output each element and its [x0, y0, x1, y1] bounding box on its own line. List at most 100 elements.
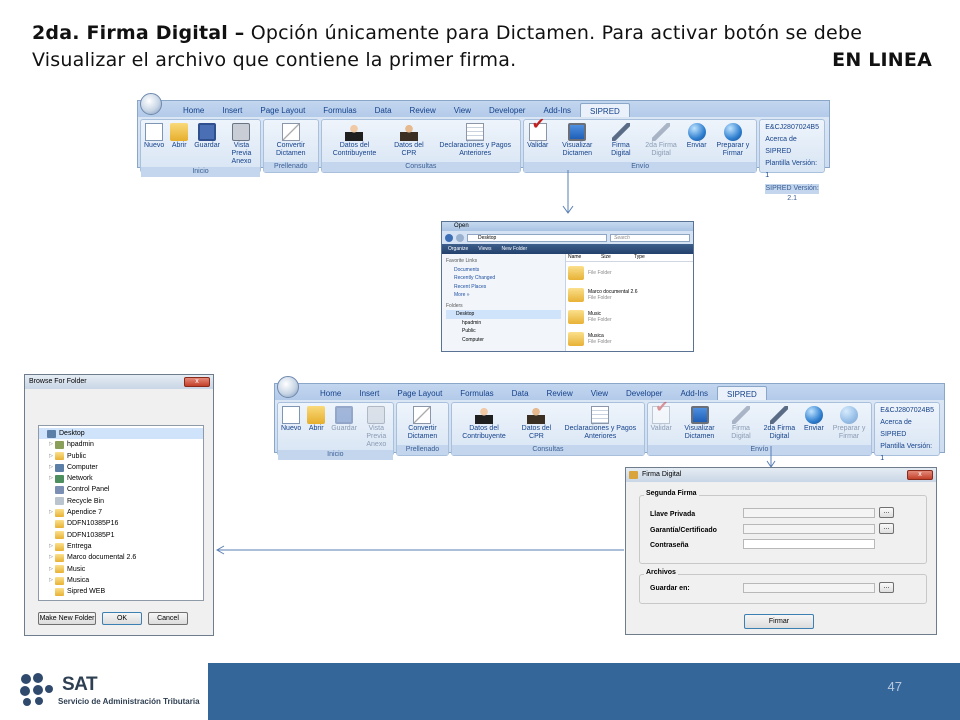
tab-data[interactable]: Data	[503, 386, 538, 400]
folder-tree-item[interactable]: ▷ Musica	[39, 575, 203, 586]
file-item[interactable]: Musica File Folder	[566, 328, 693, 350]
folder-public[interactable]: Public	[446, 327, 561, 336]
abrir-button[interactable]: Abrir	[167, 120, 191, 167]
make-new-folder-button[interactable]: Make New Folder	[38, 612, 96, 625]
folder-computer[interactable]: Computer	[446, 336, 561, 345]
favorite-more[interactable]: More »	[446, 291, 561, 300]
folder-tree-item[interactable]: ▷ Entrega	[39, 541, 203, 552]
llave-privada-browse-button[interactable]: ...	[879, 507, 894, 518]
datos-del-contribuyente-button[interactable]: Datos del Contribuyente	[322, 120, 388, 162]
favorite-recent-places[interactable]: Recent Places	[446, 283, 561, 292]
organize-button[interactable]: Organize	[448, 244, 468, 254]
folder-tree-item[interactable]: DDFN10385P16	[39, 518, 203, 529]
folder-tree-item[interactable]: ▷ Network	[39, 473, 203, 484]
expand-arrow-icon[interactable]: ▷	[47, 439, 55, 450]
2da-firma-digital-button[interactable]: 2da Firma Digital	[638, 120, 683, 162]
back-icon[interactable]	[445, 233, 453, 242]
folder-tree-item[interactable]: Sipred WEB	[39, 586, 203, 597]
tab-home[interactable]: Home	[174, 103, 213, 117]
guardar-en-field[interactable]	[743, 583, 875, 593]
tab-sipred[interactable]: SIPRED	[717, 386, 767, 400]
datos-del-cpr-button[interactable]: Datos del CPR	[516, 403, 557, 445]
column-size[interactable]: Size	[599, 254, 632, 261]
convertir-dictamen-button[interactable]: Convertir Dictamen	[264, 120, 318, 162]
expand-arrow-icon[interactable]: ▷	[47, 451, 55, 462]
folder-tree-item[interactable]: ▷ Marco documental 2.6	[39, 552, 203, 563]
vista-previa-anexo-button[interactable]: Vista Previa Anexo	[223, 120, 260, 167]
file-item[interactable]: File Folder	[566, 262, 693, 284]
expand-arrow-icon[interactable]: ▷	[47, 462, 55, 473]
tab-insert[interactable]: Insert	[213, 103, 251, 117]
office-button[interactable]	[140, 93, 162, 115]
tab-developer[interactable]: Developer	[617, 386, 671, 400]
tab-home[interactable]: Home	[311, 386, 350, 400]
file-item[interactable]: Music File Folder	[566, 306, 693, 328]
convertir-dictamen-button[interactable]: Convertir Dictamen	[397, 403, 449, 445]
tab-add-ins[interactable]: Add-Ins	[671, 386, 717, 400]
expand-arrow-icon[interactable]: ▷	[47, 564, 55, 575]
expand-arrow-icon[interactable]: ▷	[47, 473, 55, 484]
validar-button[interactable]: Validar	[524, 120, 551, 162]
views-button[interactable]: Views	[478, 244, 491, 254]
folder-tree-item[interactable]: ▷ Apendice 7	[39, 507, 203, 518]
guardar-button[interactable]: Guardar	[328, 403, 360, 450]
abrir-button[interactable]: Abrir	[304, 403, 328, 450]
preparar-y-firmar-button[interactable]: Preparar y Firmar	[710, 120, 757, 162]
close-button[interactable]: x	[184, 377, 210, 387]
favorite-documents[interactable]: Documents	[446, 266, 561, 275]
preparar-y-firmar-button[interactable]: Preparar y Firmar	[827, 403, 872, 445]
folder-desktop[interactable]: Desktop	[446, 310, 561, 319]
folder-tree-item[interactable]: ▷ hpadmin	[39, 439, 203, 450]
nuevo-button[interactable]: Nuevo	[278, 403, 304, 450]
tab-view[interactable]: View	[445, 103, 480, 117]
folder-tree-item[interactable]: Desktop	[39, 428, 203, 440]
folder-tree-item[interactable]: DDFN10385P1	[39, 530, 203, 541]
enviar-button[interactable]: Enviar	[801, 403, 827, 445]
validar-button[interactable]: Validar	[648, 403, 675, 445]
expand-arrow-icon[interactable]: ▷	[47, 507, 55, 518]
tab-review[interactable]: Review	[538, 386, 582, 400]
folder-tree-item[interactable]: Recycle Bin	[39, 496, 203, 507]
search-input[interactable]: Search	[610, 233, 690, 242]
visualizar-dictamen-button[interactable]: Visualizar Dictamen	[675, 403, 724, 445]
address-field[interactable]: Desktop	[467, 233, 607, 242]
declaraciones-y-pagos-anteriores-button[interactable]: Declaraciones y Pagos Anteriores	[430, 120, 520, 162]
tab-view[interactable]: View	[582, 386, 617, 400]
column-name[interactable]: Name	[566, 254, 599, 261]
folder-tree-item[interactable]: ▷ Music	[39, 564, 203, 575]
tab-page-layout[interactable]: Page Layout	[388, 386, 451, 400]
column-type[interactable]: Type	[632, 254, 665, 261]
tab-insert[interactable]: Insert	[350, 386, 388, 400]
folder-tree-item[interactable]: Control Panel	[39, 484, 203, 495]
acerca-de-sipred-link[interactable]: Acerca de SIPRED	[765, 134, 819, 158]
tab-sipred[interactable]: SIPRED	[580, 103, 630, 117]
ok-button[interactable]: OK	[102, 612, 142, 625]
new-folder-button[interactable]: New Folder	[502, 244, 528, 254]
visualizar-dictamen-button[interactable]: Visualizar Dictamen	[551, 120, 603, 162]
tab-developer[interactable]: Developer	[480, 103, 534, 117]
datos-del-contribuyente-button[interactable]: Datos del Contribuyente	[452, 403, 515, 445]
llave-privada-field[interactable]	[743, 508, 875, 518]
expand-arrow-icon[interactable]: ▷	[47, 541, 55, 552]
guardar-button[interactable]: Guardar	[191, 120, 223, 167]
2da-firma-digital-button[interactable]: 2da Firma Digital	[758, 403, 801, 445]
declaraciones-y-pagos-anteriores-button[interactable]: Declaraciones y Pagos Anteriores	[557, 403, 643, 445]
certificado-browse-button[interactable]: ...	[879, 523, 894, 534]
enviar-button[interactable]: Enviar	[684, 120, 710, 162]
datos-del-cpr-button[interactable]: Datos del CPR	[387, 120, 430, 162]
tab-formulas[interactable]: Formulas	[451, 386, 502, 400]
tab-page-layout[interactable]: Page Layout	[251, 103, 314, 117]
contrasena-field[interactable]	[743, 539, 875, 549]
guardar-en-browse-button[interactable]: ...	[879, 582, 894, 593]
expand-arrow-icon[interactable]: ▷	[47, 552, 55, 563]
tab-add-ins[interactable]: Add-Ins	[534, 103, 580, 117]
certificado-field[interactable]	[743, 524, 875, 534]
file-item[interactable]: Marco documental 2.6 File Folder	[566, 284, 693, 306]
cancel-button[interactable]: Cancel	[148, 612, 188, 625]
close-button[interactable]: x	[907, 470, 933, 480]
nuevo-button[interactable]: Nuevo	[141, 120, 167, 167]
folder-tree-item[interactable]: ▷ Public	[39, 451, 203, 462]
tab-formulas[interactable]: Formulas	[314, 103, 365, 117]
firma-digital-button[interactable]: Firma Digital	[724, 403, 758, 445]
firma-digital-button[interactable]: Firma Digital	[603, 120, 638, 162]
